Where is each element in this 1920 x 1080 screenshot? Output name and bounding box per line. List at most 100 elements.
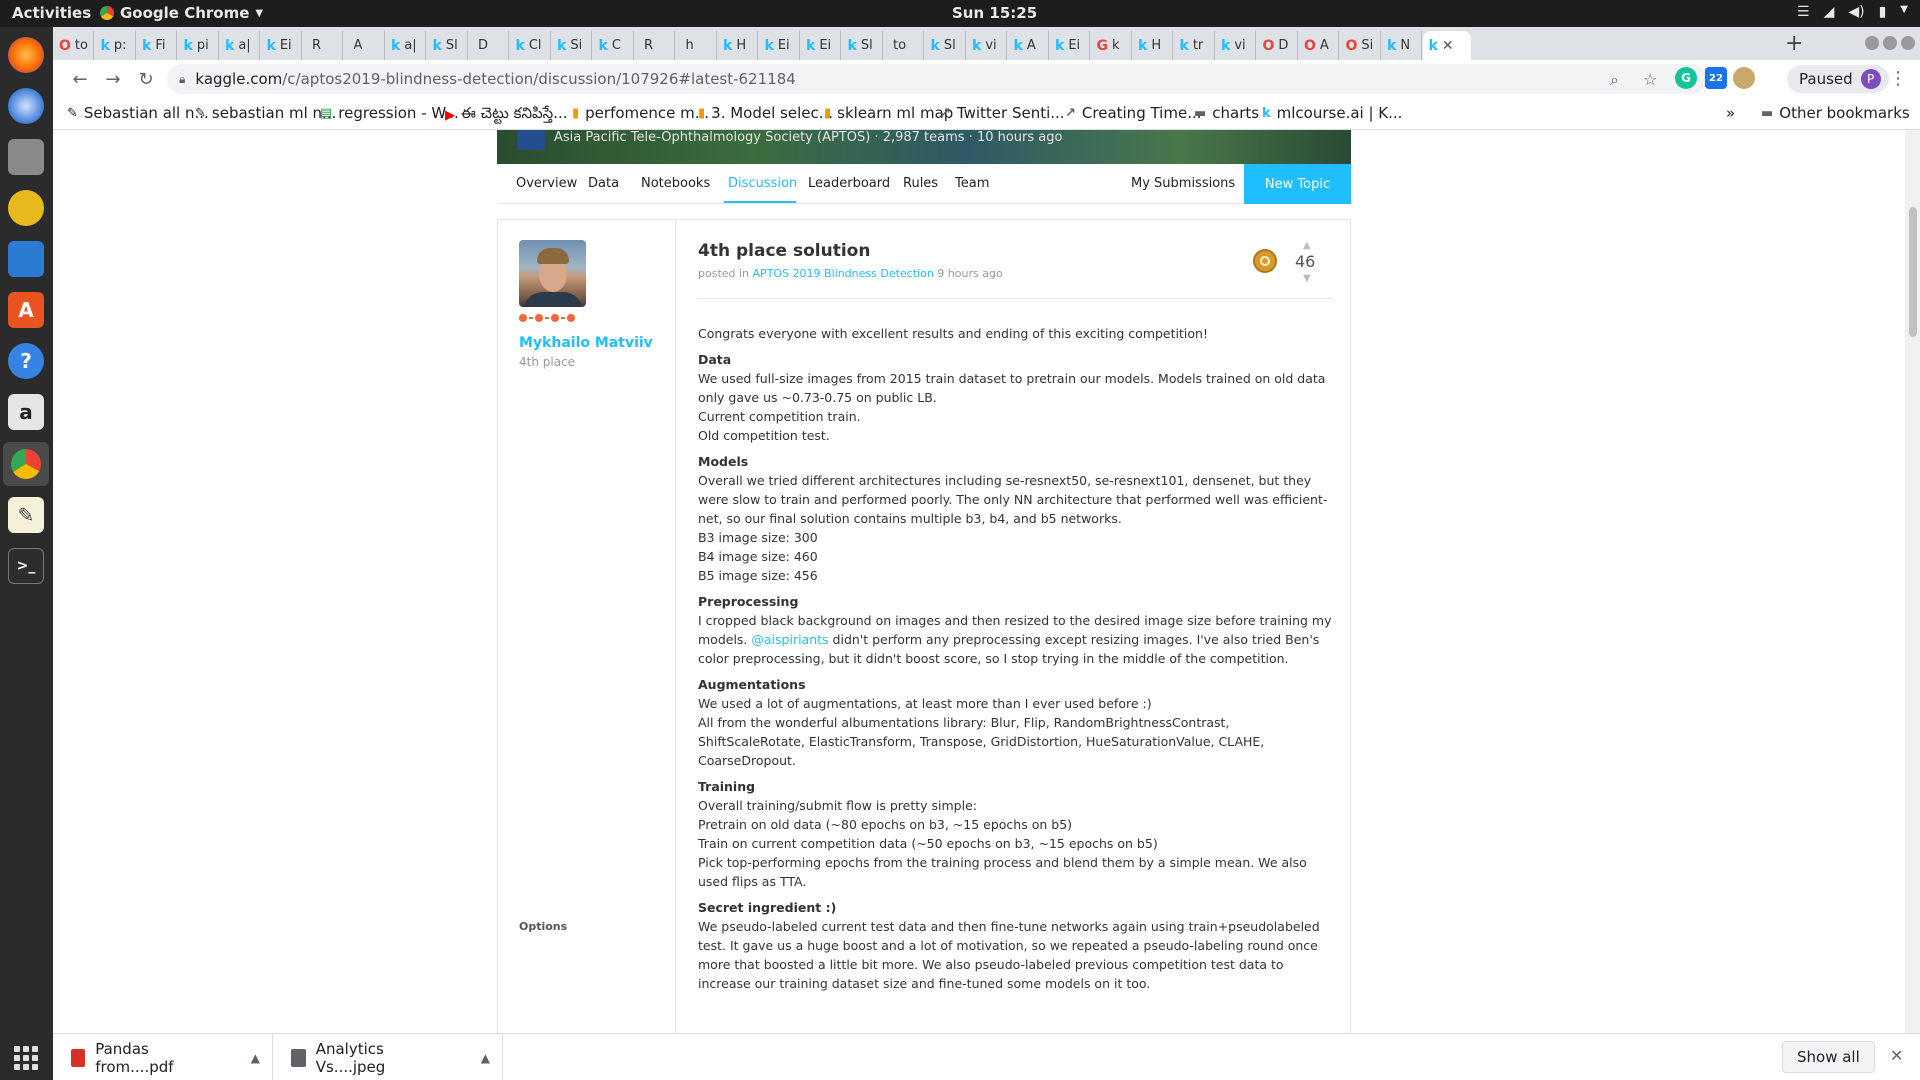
browser-tab[interactable]: k tr	[1174, 31, 1215, 60]
activities-button[interactable]: Activities	[12, 4, 91, 22]
avatar[interactable]	[519, 240, 586, 307]
minimize-button[interactable]	[1865, 36, 1879, 50]
grammarly-icon[interactable]: G	[1675, 67, 1697, 89]
download-item[interactable]: Pandas from....pdf ▲	[53, 1034, 273, 1080]
rhythmbox-icon[interactable]	[8, 190, 44, 226]
my-submissions-link[interactable]: My Submissions	[1131, 176, 1235, 191]
browser-tab[interactable]: Gk	[1091, 31, 1132, 60]
browser-tab[interactable]: k Fi	[136, 31, 177, 60]
bookmark-item[interactable]: k mlcourse.ai | K...	[1262, 104, 1402, 122]
profile-button[interactable]: Paused P	[1787, 65, 1889, 93]
browser-tab[interactable]: kH	[717, 31, 758, 60]
bookmark-item[interactable]: ✎ sebastian ml n...	[195, 104, 336, 122]
browser-tab[interactable]: OD	[1257, 31, 1298, 60]
files-icon[interactable]	[8, 139, 44, 175]
browser-tab[interactable]: k Cl	[510, 31, 551, 60]
scrollbar-thumb[interactable]	[1909, 207, 1917, 337]
amazon-icon[interactable]: a	[8, 394, 44, 430]
browser-tab[interactable]: k Ei	[759, 31, 800, 60]
bookmark-item[interactable]: ▬ charts	[1194, 104, 1259, 122]
competition-link[interactable]: APTOS 2019 Blindness Detection	[753, 267, 934, 280]
active-browser-tab[interactable]: k ✕	[1422, 31, 1471, 60]
bookmark-item[interactable]: ↗ Twitter Senti...	[940, 104, 1065, 122]
system-tray[interactable]: ☰ ◢ ◀) ▮ ▼	[1797, 4, 1908, 20]
help-icon[interactable]: ?	[8, 343, 44, 379]
browser-tab[interactable]: k p:	[95, 31, 136, 60]
libreoffice-writer-icon[interactable]	[8, 241, 44, 277]
author-name[interactable]: Mykhailo Matviiv	[519, 335, 653, 351]
browser-tab[interactable]: R	[634, 31, 675, 60]
chrome-dock-icon[interactable]	[3, 442, 49, 486]
maximize-button[interactable]	[1883, 36, 1897, 50]
close-window-button[interactable]	[1901, 36, 1915, 50]
show-all-button[interactable]: Show all	[1782, 1041, 1875, 1073]
bookmark-item[interactable]: ▮ perfomence m...	[572, 104, 709, 122]
bookmark-item[interactable]: ▤ regression - W...	[320, 104, 459, 122]
bookmarks-overflow-button[interactable]: »	[1726, 104, 1735, 122]
software-center-icon[interactable]: A	[8, 292, 44, 328]
download-item[interactable]: Analytics Vs....jpeg ▲	[273, 1034, 503, 1080]
app-menu[interactable]: Google Chrome ▼	[100, 4, 263, 22]
downvote-icon[interactable]: ▼	[1303, 273, 1311, 284]
browser-tab[interactable]: k Si	[551, 31, 592, 60]
show-applications-icon[interactable]	[14, 1046, 38, 1070]
close-tab-icon[interactable]: ✕	[1442, 38, 1454, 54]
browser-tab[interactable]: OA	[1298, 31, 1339, 60]
browser-tab[interactable]: R	[302, 31, 343, 60]
browser-tab[interactable]: k vi	[1215, 31, 1256, 60]
bookmark-item[interactable]: ✎ Sebastian all n...	[67, 104, 209, 122]
tab-data[interactable]: Data	[588, 176, 619, 191]
browser-tab[interactable]: k pi	[178, 31, 219, 60]
tab-leaderboard[interactable]: Leaderboard	[808, 176, 890, 191]
tab-discussion[interactable]: Discussion	[728, 176, 797, 191]
tab-team[interactable]: Team	[955, 176, 989, 191]
browser-tab[interactable]: k a|	[385, 31, 426, 60]
bookmark-item[interactable]: ▮ sklearn ml map	[824, 104, 953, 122]
forward-button[interactable]: →	[100, 66, 126, 92]
back-button[interactable]: ←	[67, 66, 93, 92]
browser-tab[interactable]: A	[344, 31, 385, 60]
clock[interactable]: Sun 15:25	[952, 4, 1037, 22]
browser-tab[interactable]: k a|	[219, 31, 260, 60]
options-label[interactable]: Options	[519, 920, 567, 933]
browser-tab[interactable]: O Si	[1340, 31, 1381, 60]
browser-tab[interactable]: k Ei	[261, 31, 302, 60]
page-scrollbar[interactable]	[1905, 130, 1920, 1033]
browser-tab[interactable]: kN	[1381, 31, 1422, 60]
other-bookmarks-folder[interactable]: ▬ Other bookmarks	[1761, 104, 1910, 122]
thunderbird-icon[interactable]	[8, 88, 44, 124]
browser-tab[interactable]: k Ei	[800, 31, 841, 60]
terminal-icon[interactable]: >_	[8, 548, 44, 584]
browser-tab[interactable]: k vi	[966, 31, 1007, 60]
browser-tab[interactable]: D	[468, 31, 509, 60]
chrome-menu-icon[interactable]: ⋮	[1889, 68, 1907, 89]
browser-tab[interactable]: to	[883, 31, 924, 60]
tab-rules[interactable]: Rules	[903, 176, 938, 191]
bookmark-star-icon[interactable]: ☆	[1643, 70, 1657, 89]
browser-tab[interactable]: kH	[1132, 31, 1173, 60]
reload-button[interactable]: ↻	[133, 66, 159, 92]
browser-tab[interactable]: k Sl	[842, 31, 883, 60]
chevron-up-icon[interactable]: ▲	[481, 1051, 490, 1065]
tab-overview[interactable]: Overview	[516, 176, 577, 191]
browser-tab[interactable]: k Sl	[925, 31, 966, 60]
firefox-icon[interactable]	[8, 37, 44, 73]
bookmark-item[interactable]: ↗ Creating Time...	[1065, 104, 1202, 122]
extension-badge-icon[interactable]: 22	[1705, 67, 1727, 89]
browser-tab[interactable]: h	[676, 31, 717, 60]
bookmark-item[interactable]: ▮ 3. Model selec...	[698, 104, 833, 122]
user-mention-link[interactable]: @aispiriants	[751, 632, 828, 647]
new-topic-button[interactable]: New Topic	[1244, 164, 1351, 204]
new-tab-button[interactable]: +	[1785, 31, 1803, 56]
bookmark-item[interactable]: ▶ ఈ చెట్టు కనిపిస్తే...	[445, 104, 567, 126]
browser-tab[interactable]: kA	[1008, 31, 1049, 60]
browser-tab[interactable]: k Sl	[427, 31, 468, 60]
browser-tab[interactable]: Oto	[53, 31, 94, 60]
browser-tab[interactable]: k Ei	[1049, 31, 1090, 60]
close-icon[interactable]: ✕	[1890, 1046, 1903, 1065]
text-editor-icon[interactable]: ✎	[8, 497, 44, 533]
chevron-up-icon[interactable]: ▲	[251, 1051, 260, 1065]
browser-tab[interactable]: kC	[593, 31, 634, 60]
tab-notebooks[interactable]: Notebooks	[641, 176, 710, 191]
upvote-icon[interactable]: ▲	[1303, 240, 1311, 251]
